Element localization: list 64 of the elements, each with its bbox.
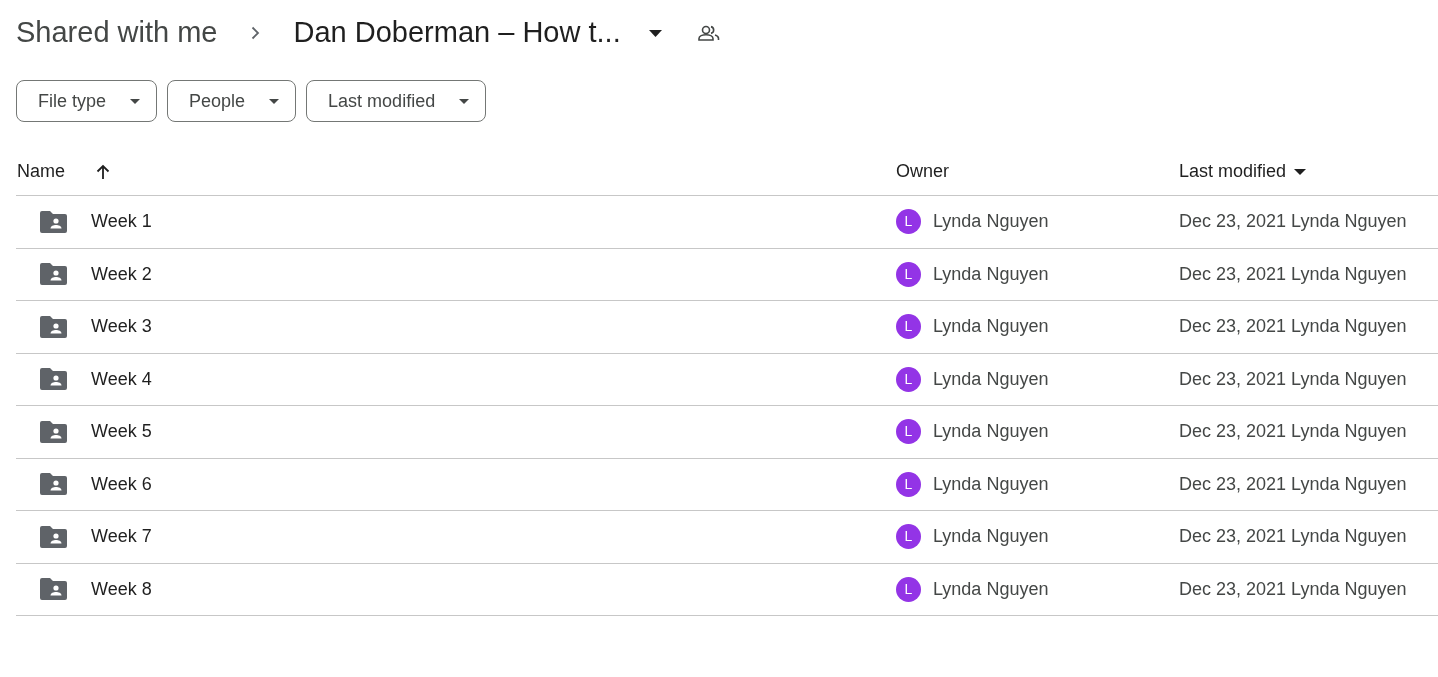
file-row[interactable]: Week 2 L Lynda Nguyen Dec 23, 2021 Lynda Nguyen (16, 248, 1438, 301)
file-name[interactable]: Week 3 (91, 313, 152, 341)
modified-text: Dec 23, 2021 Lynda Nguyen (1179, 577, 1407, 601)
shared-folder-icon (40, 210, 67, 233)
modified-text: Dec 23, 2021 Lynda Nguyen (1179, 420, 1407, 444)
caret-icon (269, 98, 280, 104)
owner-avatar: L (896, 314, 921, 340)
shared-folder-icon (40, 263, 67, 286)
file-name[interactable]: Week 7 (91, 523, 152, 551)
modified-text: Dec 23, 2021 Lynda Nguyen (1179, 315, 1407, 339)
file-name[interactable]: Week 4 (91, 365, 152, 393)
filter-chip[interactable]: People (167, 80, 297, 122)
owner-avatar: L (896, 576, 921, 602)
owner-name: Lynda Nguyen (933, 262, 1049, 286)
arrow-up-icon[interactable] (95, 163, 111, 180)
owner-name: Lynda Nguyen (933, 420, 1049, 444)
owner-avatar: L (896, 419, 921, 445)
caret-icon (459, 98, 470, 104)
column-header[interactable]: Owner (896, 158, 949, 185)
owner-avatar: L (896, 209, 921, 235)
breadcrumb-link[interactable]: Shared with me (16, 11, 218, 55)
caret-icon[interactable] (1294, 168, 1307, 175)
modified-text: Dec 23, 2021 Lynda Nguyen (1179, 367, 1407, 391)
filter-chip[interactable]: Last modified (306, 80, 487, 122)
people-icon[interactable] (697, 25, 720, 41)
file-row[interactable]: Week 5 L Lynda Nguyen Dec 23, 2021 Lynda Nguyen (16, 406, 1438, 459)
owner-name: Lynda Nguyen (933, 210, 1049, 234)
owner-name: Lynda Nguyen (933, 367, 1049, 391)
column-header[interactable]: Name (16, 158, 65, 185)
modified-text: Dec 23, 2021 Lynda Nguyen (1179, 525, 1407, 549)
file-row[interactable]: Week 7 L Lynda Nguyen Dec 23, 2021 Lynda Nguyen (16, 511, 1438, 564)
file-row[interactable]: Week 3 L Lynda Nguyen Dec 23, 2021 Lynda Nguyen (16, 301, 1438, 354)
owner-name: Lynda Nguyen (933, 315, 1049, 339)
file-name[interactable]: Week 5 (91, 418, 152, 446)
modified-text: Dec 23, 2021 Lynda Nguyen (1179, 472, 1407, 496)
filter-chip[interactable]: File type (16, 80, 158, 122)
caret-icon (130, 98, 141, 104)
folder-title-button[interactable]: Dan Doberman – How t... (293, 11, 662, 55)
shared-folder-icon (40, 315, 67, 338)
owner-avatar: L (896, 524, 921, 550)
owner-avatar: L (896, 261, 921, 287)
modified-text: Dec 23, 2021 Lynda Nguyen (1179, 210, 1407, 234)
file-row[interactable]: Week 8 L Lynda Nguyen Dec 23, 2021 Lynda Nguyen (16, 563, 1438, 616)
column-header[interactable]: Last modified (1179, 158, 1287, 185)
owner-name: Lynda Nguyen (933, 577, 1049, 601)
shared-folder-icon (40, 525, 67, 548)
shared-folder-icon (40, 578, 67, 601)
shared-folder-icon (40, 368, 67, 391)
owner-avatar: L (896, 471, 921, 497)
chevron-right-icon (250, 26, 260, 40)
shared-folder-icon (40, 420, 67, 443)
file-name[interactable]: Week 1 (91, 208, 152, 236)
file-name[interactable]: Week 8 (91, 575, 152, 603)
shared-folder-icon (40, 473, 67, 496)
owner-name: Lynda Nguyen (933, 525, 1049, 549)
file-row[interactable]: Week 4 L Lynda Nguyen Dec 23, 2021 Lynda Nguyen (16, 353, 1438, 406)
owner-name: Lynda Nguyen (933, 472, 1049, 496)
owner-avatar: L (896, 366, 921, 392)
file-name[interactable]: Week 2 (91, 260, 152, 288)
caret-icon (648, 29, 662, 37)
file-row[interactable]: Week 1 L Lynda Nguyen Dec 23, 2021 Lynda Nguyen (16, 196, 1438, 249)
modified-text: Dec 23, 2021 Lynda Nguyen (1179, 262, 1407, 286)
file-row[interactable]: Week 6 L Lynda Nguyen Dec 23, 2021 Lynda Nguyen (16, 458, 1438, 511)
file-name[interactable]: Week 6 (91, 470, 152, 498)
